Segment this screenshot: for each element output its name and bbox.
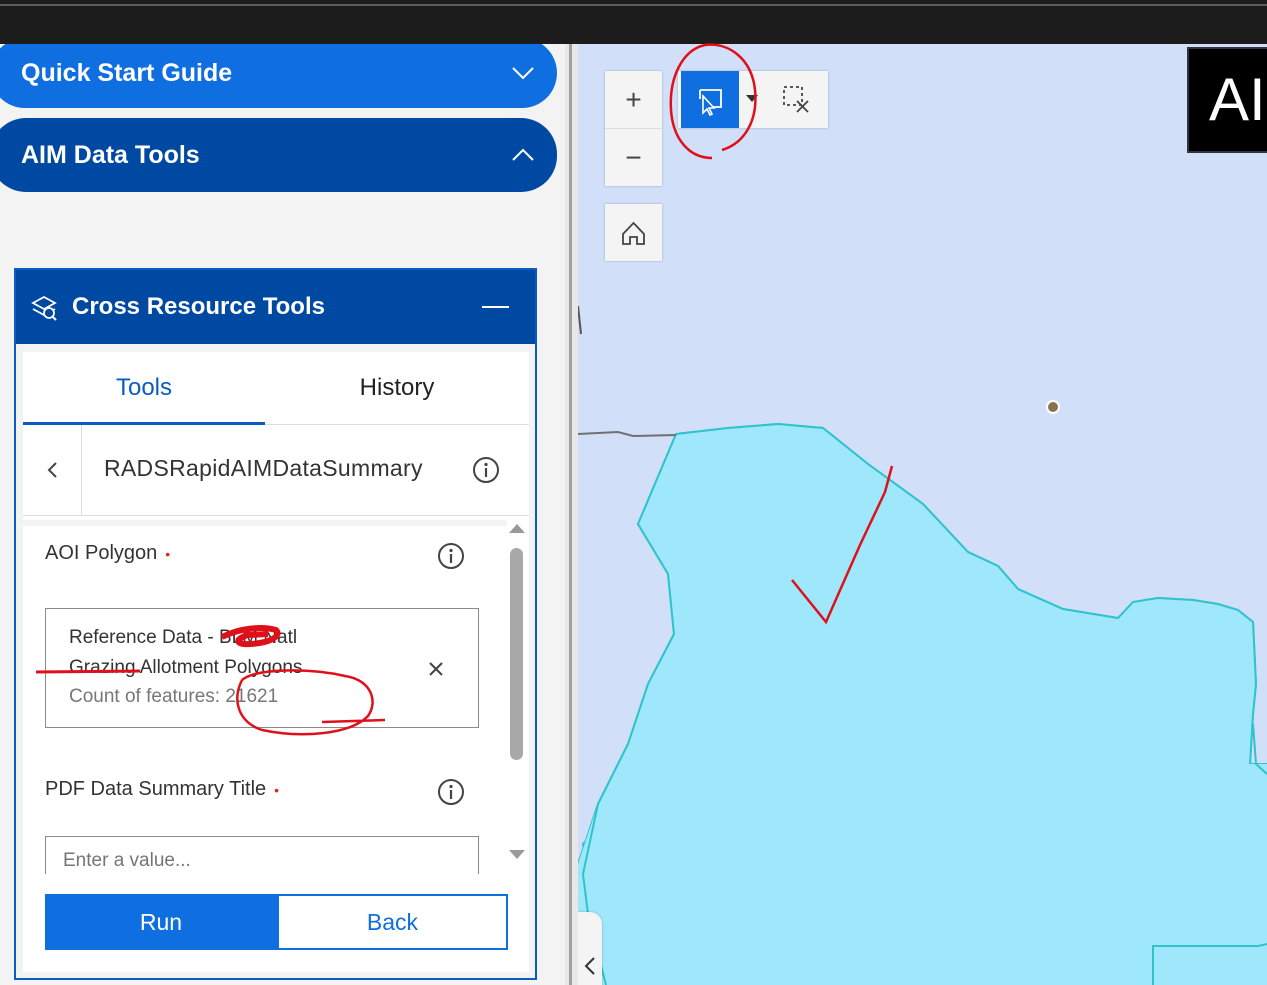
chevron-left-icon (47, 462, 57, 478)
title-bar-divider (0, 4, 1267, 6)
map-canvas[interactable] (578, 44, 1267, 985)
chevron-up-icon (512, 148, 534, 161)
chevron-left-icon (584, 957, 595, 975)
tool-form-scroll-content: AOI Polygon • Reference Data - BLM Natl G… (23, 526, 507, 874)
home-button[interactable] (605, 204, 662, 261)
home-icon (622, 221, 645, 245)
map-title-banner: AI (1187, 47, 1267, 153)
tab-bar: Tools History (23, 352, 529, 425)
required-indicator: • (274, 781, 280, 798)
chevron-down-icon (512, 67, 534, 80)
map-point-feature[interactable] (1046, 400, 1060, 414)
tool-card: Tools History RADSRapidAIMDataSummary AO… (23, 352, 529, 972)
tool-header-row: RADSRapidAIMDataSummary (23, 425, 529, 516)
tab-history[interactable]: History (265, 352, 529, 424)
accordion-quick-start-guide[interactable]: Quick Start Guide (0, 44, 557, 108)
tool-name: RADSRapidAIMDataSummary (104, 455, 423, 481)
accordion-label: Quick Start Guide (21, 58, 233, 87)
aoi-layer-name-cont: Grazing Allotment Polygons (69, 657, 303, 678)
info-icon[interactable] (437, 542, 465, 570)
splitter-handle[interactable] (569, 44, 572, 985)
aoi-polygon-label: AOI Polygon • (45, 542, 171, 564)
scroll-thumb[interactable] (510, 548, 523, 760)
required-indicator: • (165, 545, 171, 562)
aoi-layer-name: Reference Data - BLM Natl (69, 627, 298, 648)
accordion-aim-data-tools[interactable]: AIM Data Tools (0, 118, 557, 192)
road-line-short (578, 305, 582, 335)
cross-resource-tools-widget: Cross Resource Tools Tools History RADSR… (14, 268, 537, 980)
map-title-text: AI (1209, 66, 1266, 133)
clear-selection-icon[interactable] (778, 81, 814, 117)
aoi-polygon-selection[interactable]: Reference Data - BLM Natl Grazing Allotm… (45, 608, 479, 728)
run-button[interactable]: Run (45, 894, 277, 950)
zoom-out-button[interactable]: − (605, 129, 662, 186)
widget-title: Cross Resource Tools (72, 293, 325, 320)
window-title-bar (0, 0, 1267, 44)
form-scrollbar[interactable] (507, 520, 529, 874)
widget-header[interactable]: Cross Resource Tools (16, 270, 535, 344)
zoom-controls: + − (605, 71, 662, 186)
map-view[interactable]: + − AI (578, 44, 1267, 985)
select-by-rectangle-button[interactable] (681, 71, 739, 128)
select-cursor-icon (699, 89, 722, 117)
scroll-up-arrow-icon[interactable] (509, 524, 525, 533)
collapse-panel-button[interactable] (578, 912, 602, 985)
scroll-down-arrow-icon[interactable] (509, 850, 525, 859)
back-navigation-button[interactable] (23, 425, 82, 515)
pdf-title-input[interactable] (61, 849, 445, 873)
back-button[interactable]: Back (277, 894, 508, 950)
accordion-label: AIM Data Tools (21, 140, 200, 169)
tab-tools[interactable]: Tools (23, 352, 265, 425)
close-icon[interactable] (428, 661, 444, 677)
panel-splitter[interactable] (565, 44, 578, 985)
info-icon[interactable] (437, 778, 465, 806)
info-icon[interactable] (472, 456, 500, 484)
analysis-tools-icon (31, 295, 57, 321)
left-panel: Quick Start Guide AIM Data Tools Cross R… (0, 44, 565, 985)
tool-form: AOI Polygon • Reference Data - BLM Natl G… (23, 520, 529, 874)
pdf-title-field[interactable] (45, 836, 479, 874)
pdf-title-label: PDF Data Summary Title • (45, 778, 280, 800)
selection-dropdown-arrow-icon[interactable] (746, 95, 758, 102)
minimize-icon[interactable] (482, 306, 509, 308)
aoi-feature-count: Count of features: 21621 (69, 686, 279, 707)
zoom-in-button[interactable]: + (605, 71, 662, 129)
grazing-allotment-polygon-fill (578, 424, 1267, 985)
road-line (578, 430, 677, 438)
selection-tools (678, 71, 828, 128)
